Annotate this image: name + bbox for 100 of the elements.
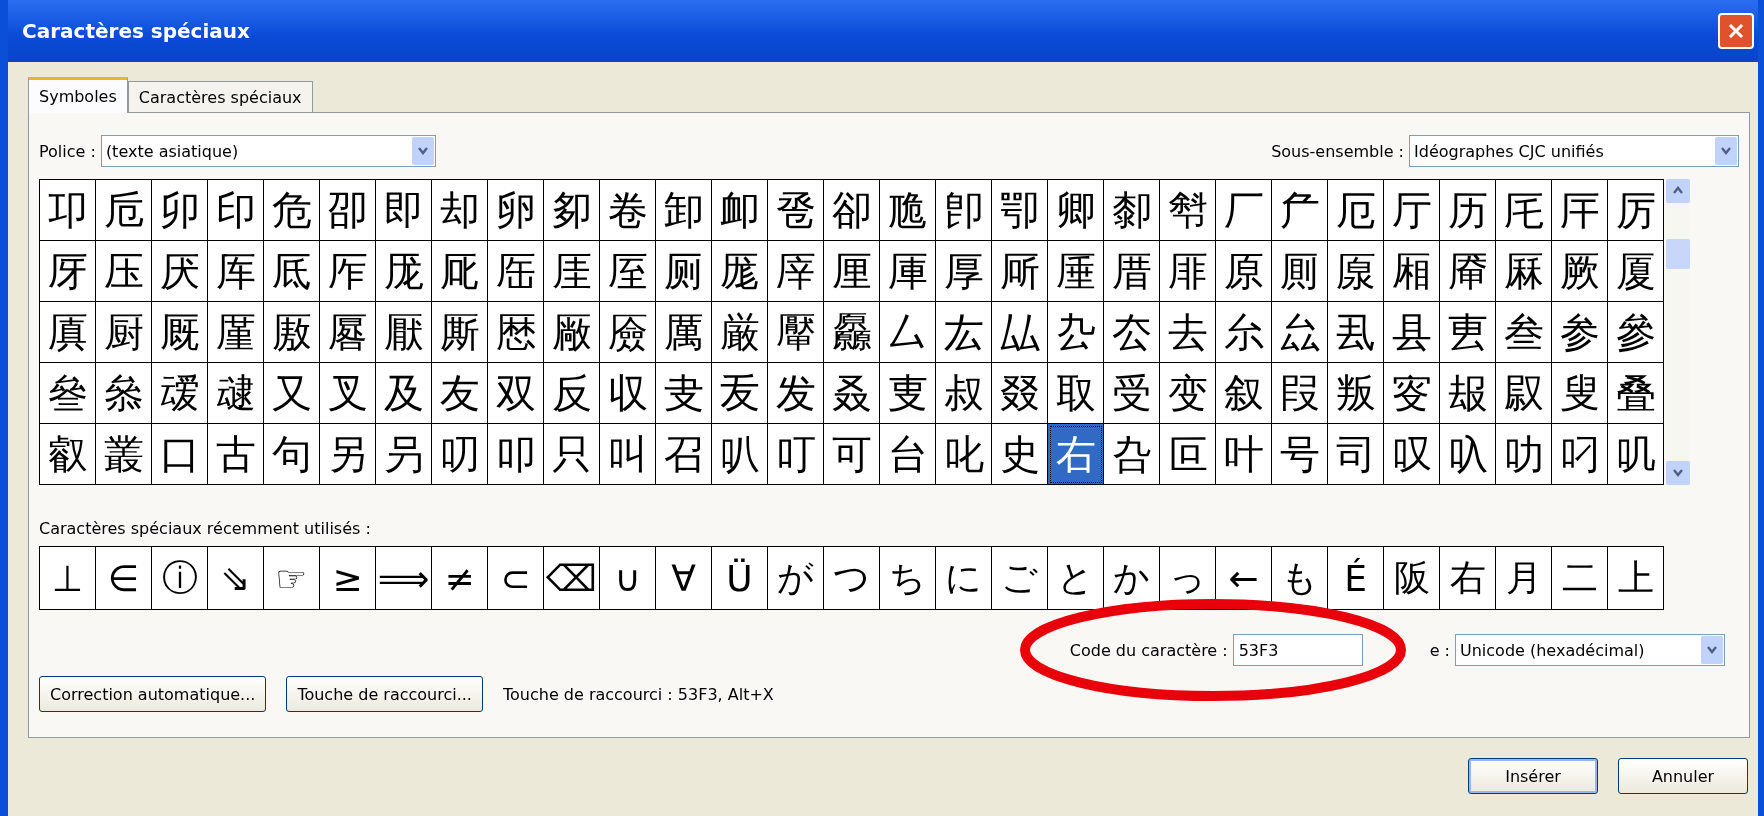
- tab[interactable]: Caractères spéciaux: [127, 81, 313, 112]
- character-cell[interactable]: 厮: [432, 302, 488, 363]
- character-cell[interactable]: 召: [656, 424, 712, 485]
- recent-character[interactable]: ち: [880, 547, 936, 609]
- character-cell[interactable]: 叏: [656, 363, 712, 424]
- character-cell[interactable]: 句: [264, 424, 320, 485]
- character-cell[interactable]: 厁: [1160, 180, 1216, 241]
- subset-dropdown[interactable]: Idéographes CJC unifiés: [1409, 135, 1739, 167]
- character-cell[interactable]: 司: [1328, 424, 1384, 485]
- character-cell[interactable]: 叱: [936, 424, 992, 485]
- cancel-button[interactable]: Annuler: [1618, 758, 1748, 794]
- character-cell[interactable]: 叶: [1216, 424, 1272, 485]
- recent-character[interactable]: ⇘: [208, 547, 264, 609]
- character-cell[interactable]: 历: [1440, 180, 1496, 241]
- recent-character[interactable]: が: [768, 547, 824, 609]
- character-cell[interactable]: 厖: [712, 241, 768, 302]
- character-cell[interactable]: 厨: [96, 302, 152, 363]
- character-cell[interactable]: 可: [824, 424, 880, 485]
- character-cell[interactable]: 叭: [712, 424, 768, 485]
- character-cell[interactable]: 厴: [768, 302, 824, 363]
- character-cell[interactable]: 厐: [376, 241, 432, 302]
- character-cell[interactable]: 厊: [40, 241, 96, 302]
- character-cell[interactable]: 厬: [320, 302, 376, 363]
- character-cell[interactable]: 叢: [96, 424, 152, 485]
- character-cell[interactable]: 卽: [936, 180, 992, 241]
- character-cell[interactable]: 叡: [40, 424, 96, 485]
- character-cell[interactable]: 发: [768, 363, 824, 424]
- character-cell[interactable]: 厕: [656, 241, 712, 302]
- character-cell[interactable]: 卻: [824, 180, 880, 241]
- character-cell[interactable]: 叆: [152, 363, 208, 424]
- recent-character[interactable]: 上: [1608, 547, 1663, 609]
- character-cell[interactable]: 只: [544, 424, 600, 485]
- character-cell[interactable]: 叧: [376, 424, 432, 485]
- character-cell[interactable]: 危: [264, 180, 320, 241]
- recent-character[interactable]: も: [1272, 547, 1328, 609]
- character-cell[interactable]: 厧: [40, 302, 96, 363]
- character-cell[interactable]: 厽: [1272, 302, 1328, 363]
- recent-character[interactable]: ⊂: [488, 547, 544, 609]
- character-cell[interactable]: 厃: [1272, 180, 1328, 241]
- character-cell[interactable]: 卷: [600, 180, 656, 241]
- character-cell[interactable]: 厀: [1104, 180, 1160, 241]
- character-cell[interactable]: 右: [1048, 424, 1104, 485]
- character-cell[interactable]: 卲: [320, 180, 376, 241]
- recent-character[interactable]: つ: [824, 547, 880, 609]
- recent-character[interactable]: ∈: [96, 547, 152, 609]
- character-cell[interactable]: 反: [544, 363, 600, 424]
- character-cell[interactable]: 厭: [376, 302, 432, 363]
- insert-button[interactable]: Insérer: [1468, 758, 1598, 794]
- character-cell[interactable]: 厛: [992, 241, 1048, 302]
- character-cell[interactable]: 叞: [1496, 363, 1552, 424]
- character-cell[interactable]: 厞: [1160, 241, 1216, 302]
- character-cell[interactable]: 厸: [992, 302, 1048, 363]
- character-cell[interactable]: 叵: [1160, 424, 1216, 485]
- recent-character[interactable]: ⊥: [40, 547, 96, 609]
- character-cell[interactable]: 叐: [712, 363, 768, 424]
- character-cell[interactable]: 叫: [600, 424, 656, 485]
- character-cell[interactable]: 厰: [544, 302, 600, 363]
- character-cell[interactable]: 厘: [824, 241, 880, 302]
- recent-character[interactable]: Ü: [712, 547, 768, 609]
- character-cell[interactable]: 厎: [264, 241, 320, 302]
- recent-character[interactable]: に: [936, 547, 992, 609]
- character-cell[interactable]: 叁: [1496, 302, 1552, 363]
- scrollbar-thumb[interactable]: [1666, 239, 1690, 269]
- close-button[interactable]: [1718, 13, 1754, 49]
- recent-character[interactable]: 右: [1440, 547, 1496, 609]
- autocorrect-button[interactable]: Correction automatique...: [39, 676, 267, 712]
- character-cell[interactable]: 即: [376, 180, 432, 241]
- recent-character[interactable]: ≠: [432, 547, 488, 609]
- recent-character[interactable]: ≥: [320, 547, 376, 609]
- character-cell[interactable]: 双: [488, 363, 544, 424]
- recent-character[interactable]: É: [1328, 547, 1384, 609]
- character-cell[interactable]: 卼: [880, 180, 936, 241]
- recent-character[interactable]: と: [1048, 547, 1104, 609]
- character-cell[interactable]: 叄: [40, 363, 96, 424]
- encoding-dropdown[interactable]: Unicode (hexadécimal): [1455, 634, 1725, 666]
- character-cell[interactable]: 台: [880, 424, 936, 485]
- character-cell[interactable]: 去: [1160, 302, 1216, 363]
- recent-character[interactable]: 月: [1496, 547, 1552, 609]
- character-cell[interactable]: 厤: [1496, 241, 1552, 302]
- character-cell[interactable]: 古: [208, 424, 264, 485]
- character-cell[interactable]: 厹: [1048, 302, 1104, 363]
- character-cell[interactable]: 卺: [768, 180, 824, 241]
- character-cell[interactable]: 叒: [824, 363, 880, 424]
- character-cell[interactable]: 厉: [1608, 180, 1664, 241]
- recent-character[interactable]: ⓘ: [152, 547, 208, 609]
- character-cell[interactable]: 叻: [1496, 424, 1552, 485]
- scrollbar[interactable]: [1666, 179, 1690, 485]
- character-cell[interactable]: 叽: [1608, 424, 1664, 485]
- character-cell[interactable]: 叨: [432, 424, 488, 485]
- character-cell[interactable]: 卿: [1048, 180, 1104, 241]
- character-cell[interactable]: 厶: [880, 302, 936, 363]
- character-cell[interactable]: 叔: [936, 363, 992, 424]
- character-cell[interactable]: 叹: [1384, 424, 1440, 485]
- recent-character[interactable]: ←: [1216, 547, 1272, 609]
- character-cell[interactable]: 号: [1272, 424, 1328, 485]
- recent-character[interactable]: ∪: [600, 547, 656, 609]
- character-cell[interactable]: 叛: [1328, 363, 1384, 424]
- character-cell[interactable]: 厅: [1384, 180, 1440, 241]
- character-cell[interactable]: 厂: [1216, 180, 1272, 241]
- character-cell[interactable]: 厒: [488, 241, 544, 302]
